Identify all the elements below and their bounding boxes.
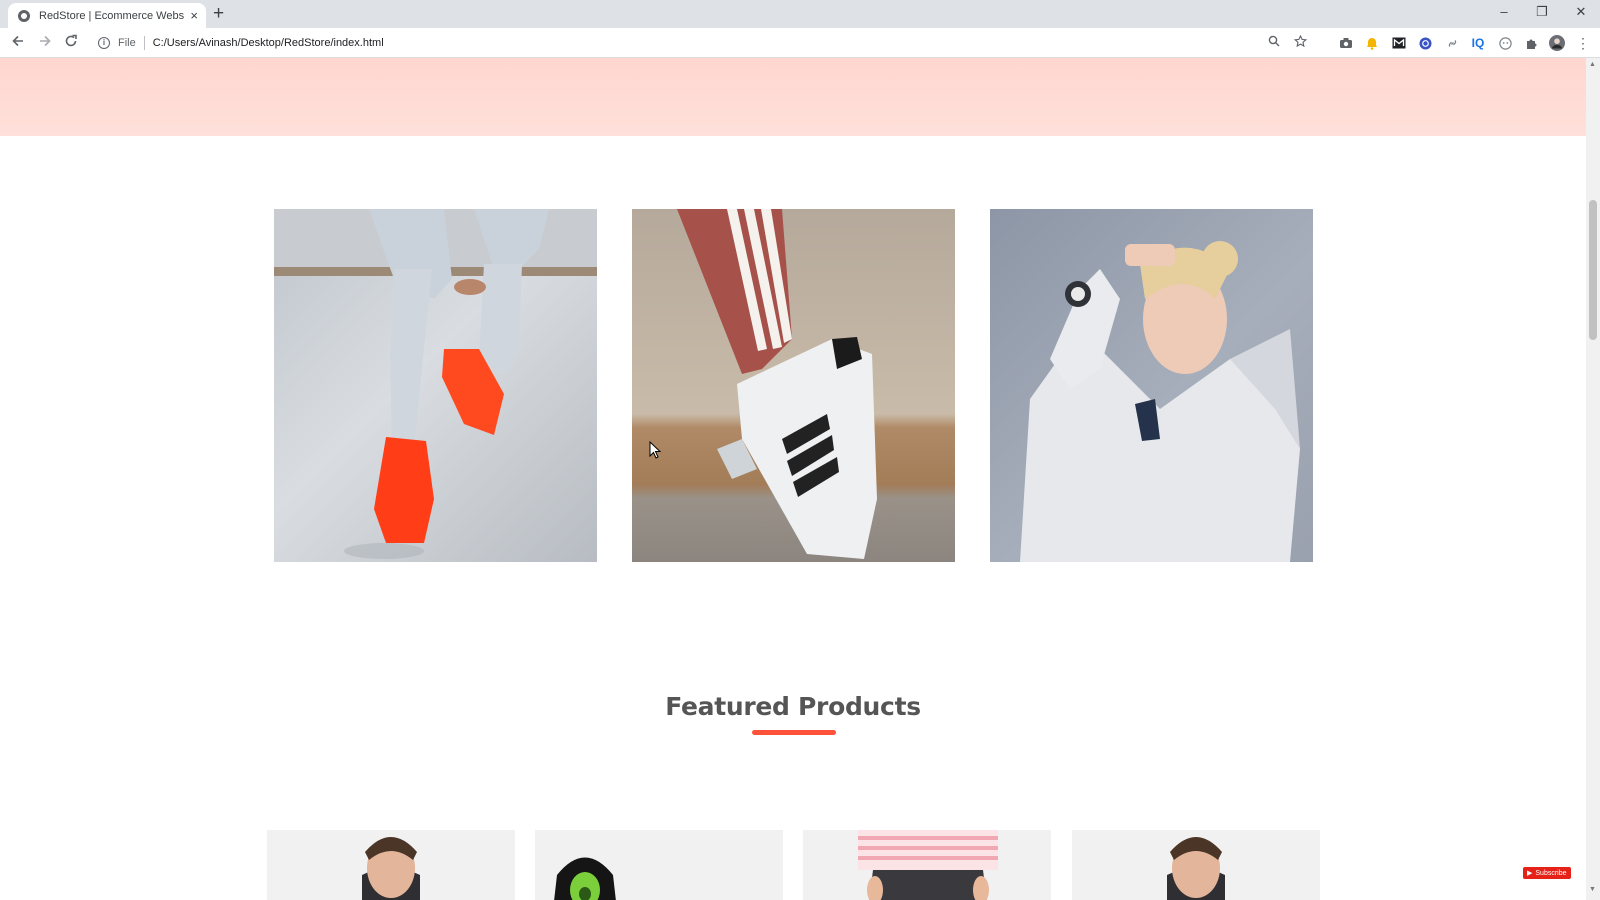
zoom-icon[interactable] xyxy=(1268,35,1280,51)
link-icon[interactable] xyxy=(1443,34,1461,52)
subscribe-label: Subscribe xyxy=(1535,869,1567,877)
ghost-icon[interactable] xyxy=(1496,34,1514,52)
puzzle-icon[interactable] xyxy=(1522,34,1540,52)
globe-icon xyxy=(18,9,30,22)
category-image-sneakers[interactable] xyxy=(274,209,597,562)
mouse-cursor-icon xyxy=(649,441,661,459)
featured-products-title: Featured Products xyxy=(665,692,921,721)
globe-extension-icon[interactable] xyxy=(1416,34,1434,52)
restore-button[interactable]: ❐ xyxy=(1532,2,1552,22)
hero-band xyxy=(0,58,1586,136)
url-text[interactable]: C:/Users/Avinash/Desktop/RedStore/index.… xyxy=(153,37,384,49)
iq-icon[interactable]: IQ xyxy=(1469,34,1487,52)
product-card[interactable] xyxy=(1072,830,1320,900)
page-viewport: Featured Products ▶ Subscribe xyxy=(0,58,1586,900)
back-icon[interactable] xyxy=(9,34,27,52)
title-underline xyxy=(752,730,836,735)
address-bar[interactable]: i File C:/Users/Avinash/Desktop/RedStore… xyxy=(90,32,1315,54)
mail-icon[interactable] xyxy=(1390,34,1408,52)
tab-close-icon[interactable]: × xyxy=(190,9,198,22)
page-scrollbar[interactable]: ▲ ▼ xyxy=(1586,58,1600,900)
scheme-label: File xyxy=(118,37,136,49)
camera-icon[interactable] xyxy=(1337,34,1355,52)
minimize-button[interactable]: – xyxy=(1494,2,1514,22)
browser-tab[interactable]: RedStore | Ecommerce Website D × xyxy=(8,3,206,28)
scroll-down-icon[interactable]: ▼ xyxy=(1589,886,1596,893)
product-card[interactable] xyxy=(535,830,783,900)
omnibox-divider xyxy=(143,36,145,50)
scroll-thumb[interactable] xyxy=(1589,200,1597,340)
profile-avatar[interactable] xyxy=(1548,34,1566,52)
bell-icon[interactable] xyxy=(1363,34,1381,52)
bookmark-star-icon[interactable] xyxy=(1293,34,1308,51)
youtube-play-icon: ▶ xyxy=(1527,870,1533,877)
category-image-hoodie-model[interactable] xyxy=(990,209,1313,562)
category-image-sneaker-stripes[interactable] xyxy=(632,209,955,562)
scroll-up-icon[interactable]: ▲ xyxy=(1589,61,1596,68)
tab-strip: RedStore | Ecommerce Website D × + – ❐ ✕ xyxy=(0,0,1600,28)
menu-kebab-icon[interactable]: ⋮ xyxy=(1574,34,1592,52)
new-tab-button[interactable]: + xyxy=(213,4,224,24)
reload-icon[interactable] xyxy=(62,34,80,52)
subscribe-badge[interactable]: ▶ Subscribe xyxy=(1523,867,1571,879)
product-card[interactable] xyxy=(803,830,1051,900)
site-info-icon[interactable]: i xyxy=(98,37,110,49)
tab-title: RedStore | Ecommerce Website D xyxy=(39,9,185,22)
browser-toolbar: i File C:/Users/Avinash/Desktop/RedStore… xyxy=(0,28,1600,58)
forward-icon[interactable] xyxy=(36,34,54,52)
close-window-button[interactable]: ✕ xyxy=(1571,2,1591,22)
product-card[interactable] xyxy=(267,830,515,900)
